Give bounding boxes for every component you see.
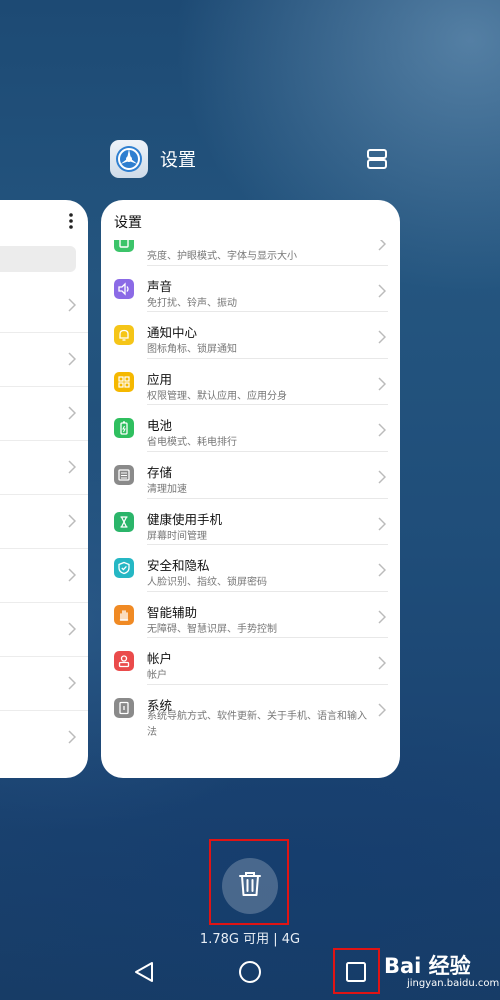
- watermark-logo: Bai 经验: [384, 954, 471, 978]
- settings-item-subtitle: 人脸识别、指纹、锁屏密码: [147, 577, 267, 589]
- baidu-watermark: Bai 经验 jingyan.baidu.com: [382, 950, 500, 996]
- chevron-right-icon: [68, 729, 77, 748]
- list-item: [0, 604, 88, 657]
- recent-apps-icon[interactable]: [344, 960, 368, 988]
- list-item: [0, 712, 88, 765]
- chevron-right-icon: [378, 376, 387, 395]
- app-title: 设置: [160, 150, 196, 171]
- chevron-right-icon: [68, 513, 77, 532]
- chevron-right-icon: [378, 469, 387, 488]
- settings-item-title: 健康使用手机: [147, 511, 223, 527]
- chevron-right-icon: [378, 422, 387, 441]
- chevron-right-icon: [378, 702, 387, 721]
- settings-item-sound[interactable]: 声音免打扰、铃声、振动: [101, 266, 400, 313]
- settings-item-subtitle: 系统导航方式、软件更新、关于手机、语言和输入法: [147, 711, 367, 738]
- more-options-icon[interactable]: [68, 212, 74, 234]
- settings-item-title: 智能辅助: [147, 604, 198, 620]
- chevron-right-icon: [378, 240, 387, 255]
- settings-item-subtitle: 无障碍、智慧识屏、手势控制: [147, 623, 277, 635]
- chevron-right-icon: [68, 621, 77, 640]
- recent-app-header: 设置: [110, 140, 400, 178]
- watermark-url: jingyan.baidu.com: [407, 978, 500, 989]
- settings-item-title: 声音: [147, 278, 173, 294]
- settings-icon[interactable]: [110, 140, 148, 178]
- storage-icon: [114, 465, 134, 485]
- chevron-right-icon: [68, 675, 77, 694]
- apps-icon: [114, 371, 134, 392]
- settings-list: 亮度、护眼模式、字体与显示大小声音免打扰、铃声、振动通知中心图标角标、锁屏通知应…: [101, 240, 400, 778]
- chevron-right-icon: [378, 609, 387, 628]
- previous-app-card[interactable]: [0, 200, 88, 778]
- chevron-right-icon: [378, 329, 387, 348]
- settings-item-title: 电池: [147, 418, 173, 434]
- account-icon: [114, 651, 134, 672]
- settings-item-account[interactable]: 帐户 帐户: [101, 638, 400, 685]
- settings-item-title: 通知中心: [147, 325, 198, 341]
- home-icon[interactable]: [238, 960, 262, 988]
- settings-item-title: 安全和隐私: [147, 558, 210, 574]
- list-item: [0, 496, 88, 549]
- clear-all-button[interactable]: [222, 858, 278, 914]
- settings-item-title: 应用: [147, 371, 173, 387]
- chevron-right-icon: [378, 283, 387, 302]
- memory-status: 1.78G 可用 | 4G: [199, 932, 301, 947]
- notification-icon: [114, 325, 134, 346]
- card-title: 设置: [114, 215, 142, 231]
- chevron-right-icon: [378, 655, 387, 674]
- chevron-right-icon: [68, 567, 77, 586]
- settings-item-subtitle: 亮度、护眼模式、字体与显示大小: [147, 251, 297, 262]
- search-bar: [0, 246, 76, 272]
- chevron-right-icon: [378, 516, 387, 535]
- settings-item-notification[interactable]: 通知中心图标角标、锁屏通知: [101, 312, 400, 359]
- battery-icon: [114, 418, 134, 439]
- list-item: [0, 550, 88, 603]
- settings-item-subtitle: 免打扰、铃声、振动: [147, 297, 237, 309]
- settings-item-subtitle: 屏幕时间管理: [147, 530, 207, 542]
- settings-item-subtitle: 权限管理、默认应用、应用分身: [147, 390, 287, 402]
- settings-item-title: 存储: [147, 465, 173, 480]
- settings-item-shield[interactable]: 安全和隐私人脸识别、指纹、锁屏密码: [101, 545, 400, 592]
- chevron-right-icon: [68, 351, 77, 370]
- settings-item-subtitle: 帐户: [147, 670, 167, 682]
- settings-item-system[interactable]: 系统 系统导航方式、软件更新、关于手机、语言和输入法: [101, 685, 400, 749]
- settings-item-hourglass[interactable]: 健康使用手机屏幕时间管理: [101, 499, 400, 546]
- list-item: [0, 334, 88, 387]
- list-item: [0, 280, 88, 333]
- settings-item-subtitle: 清理加速: [147, 484, 187, 495]
- chevron-right-icon: [68, 405, 77, 424]
- hand-icon: [114, 604, 134, 625]
- chevron-right-icon: [68, 297, 77, 316]
- settings-app-card[interactable]: 设置 亮度、护眼模式、字体与显示大小声音免打扰、铃声、振动通知中心图标角标、锁屏…: [101, 200, 400, 778]
- settings-item-storage[interactable]: 存储 清理加速: [101, 452, 400, 499]
- trash-icon: [237, 870, 263, 902]
- list-item: [0, 388, 88, 441]
- settings-item-apps[interactable]: 应用权限管理、默认应用、应用分身: [101, 359, 400, 406]
- chevron-right-icon: [68, 459, 77, 478]
- settings-item-subtitle: 省电模式、耗电排行: [147, 437, 237, 449]
- display-icon: [114, 240, 134, 252]
- list-item: [0, 658, 88, 711]
- settings-item-display[interactable]: 亮度、护眼模式、字体与显示大小: [101, 240, 400, 266]
- shield-icon: [114, 558, 134, 579]
- sound-icon: [114, 278, 134, 299]
- list-item: [0, 442, 88, 495]
- chevron-right-icon: [378, 562, 387, 581]
- split-screen-icon[interactable]: [366, 148, 388, 174]
- settings-item-subtitle: 图标角标、锁屏通知: [147, 344, 237, 356]
- settings-item-battery[interactable]: 电池省电模式、耗电排行: [101, 405, 400, 452]
- settings-item-hand[interactable]: 智能辅助无障碍、智慧识屏、手势控制: [101, 592, 400, 639]
- back-icon[interactable]: [132, 960, 156, 988]
- hourglass-icon: [114, 511, 134, 532]
- system-icon: [114, 698, 134, 718]
- settings-item-title: 帐户: [147, 651, 173, 667]
